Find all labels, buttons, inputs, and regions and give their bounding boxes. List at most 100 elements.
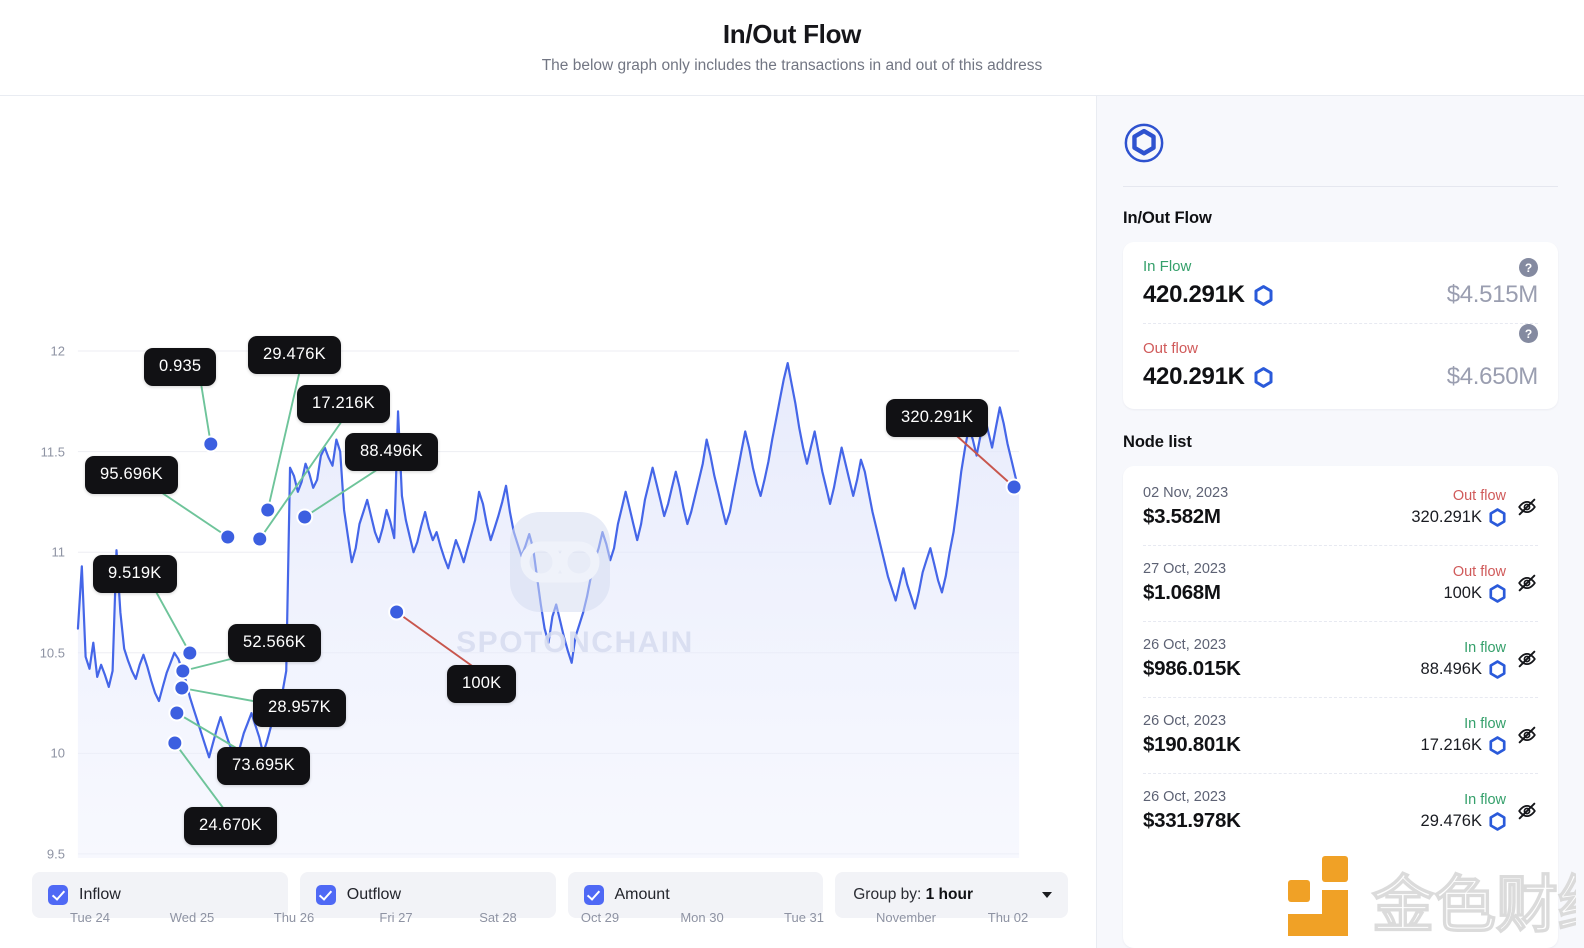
node-list-item[interactable]: 02 Nov, 2023 $3.582M Out flow 320.291K xyxy=(1143,470,1538,545)
node-usd-value: $331.978K xyxy=(1143,809,1241,832)
amount-checkbox[interactable] xyxy=(583,885,604,905)
node-quantity: 29.476K xyxy=(1421,812,1506,831)
node-quantity-text: 88.496K xyxy=(1420,659,1482,678)
inflow-usd: $4.515M xyxy=(1446,281,1539,308)
outflow-amount-text: 420.291K xyxy=(1143,363,1245,390)
chevron-down-icon[interactable] xyxy=(1042,892,1053,898)
y-axis-tick-label: 10.5 xyxy=(39,645,65,661)
outflow-help-icon[interactable]: ? xyxy=(1519,324,1538,343)
eye-off-icon[interactable] xyxy=(1516,496,1538,518)
token-logo-wrap xyxy=(1123,122,1558,186)
node-left: 26 Oct, 2023 $190.801K xyxy=(1143,713,1411,757)
outflow-kind-label: Out flow xyxy=(1143,340,1199,357)
outflow-value-label: 100K xyxy=(447,665,517,703)
chart-controls: Inflow Outflow Amount Group by: 1 hour xyxy=(0,858,1096,948)
node-flow-kind: Out flow xyxy=(1452,563,1506,580)
inflow-value-label: 95.696K xyxy=(85,456,178,494)
page-subtitle: The below graph only includes the transa… xyxy=(541,57,1043,75)
node-list-item[interactable]: 26 Oct, 2023 $986.015K In flow 88.496K xyxy=(1143,621,1538,697)
x-axis-tick-label: Tue 31 xyxy=(784,910,824,925)
inflow-value-label: 29.476K xyxy=(248,336,341,374)
inflow-label: Inflow xyxy=(79,886,121,903)
y-axis-tick-label: 12 xyxy=(50,343,65,359)
chainlink-token-icon xyxy=(1489,811,1506,831)
inflow-amount: 420.291K xyxy=(1143,281,1273,309)
node-date: 26 Oct, 2023 xyxy=(1143,637,1227,653)
node-quantity: 88.496K xyxy=(1421,660,1506,679)
chainlink-logo-icon xyxy=(1124,123,1164,163)
eye-off-icon[interactable] xyxy=(1516,724,1538,746)
chainlink-token-icon xyxy=(1489,735,1506,755)
node-left: 02 Nov, 2023 $3.582M xyxy=(1143,485,1401,529)
node-flow-kind: Out flow xyxy=(1452,487,1506,504)
node-right: Out flow 320.291K xyxy=(1411,488,1506,527)
inflow-value-label: 9.519K xyxy=(93,555,177,593)
node-usd-value: $1.068M xyxy=(1143,581,1221,604)
outflow-checkbox[interactable] xyxy=(315,885,336,905)
node-flow-kind: In flow xyxy=(1464,791,1506,808)
node-list-heading: Node list xyxy=(1123,433,1192,451)
node-right: Out flow 100K xyxy=(1443,564,1506,603)
node-date: 26 Oct, 2023 xyxy=(1143,789,1227,805)
node-right: In flow 29.476K xyxy=(1421,792,1506,831)
inflow-value-label: 52.566K xyxy=(228,624,321,662)
inflow-summary-row: ? In Flow 420.291K $4.515M xyxy=(1143,258,1538,309)
outflow-summary-row: ? Out flow 420.291K $4.650M xyxy=(1143,323,1538,391)
outflow-usd: $4.650M xyxy=(1446,363,1539,390)
sidebar-divider xyxy=(1123,186,1558,187)
node-quantity-text: 320.291K xyxy=(1411,507,1482,526)
eye-off-icon[interactable] xyxy=(1516,572,1538,594)
page-header: In/Out Flow The below graph only include… xyxy=(0,0,1584,96)
inflow-amount-text: 420.291K xyxy=(1143,281,1245,308)
chainlink-token-icon xyxy=(1489,659,1506,679)
inflow-help-icon[interactable]: ? xyxy=(1519,258,1538,277)
flow-chart[interactable]: SPOTONCHAIN 95.696K 0.935 29.476K 17.216K 88… xyxy=(0,96,1096,925)
chainlink-token-icon xyxy=(1254,284,1273,306)
group-by-value: 1 hour xyxy=(925,886,973,903)
outflow-value-label: 320.291K xyxy=(886,399,989,437)
y-axis-tick-label: 11 xyxy=(51,544,66,560)
details-sidebar: In/Out Flow ? In Flow 420.291K $4.515M ?… xyxy=(1097,96,1584,948)
x-axis-tick-label: Sat 28 xyxy=(479,910,517,925)
node-quantity-text: 29.476K xyxy=(1420,811,1482,830)
eye-off-icon[interactable] xyxy=(1516,648,1538,670)
inflow-value-label: 0.935 xyxy=(144,348,217,386)
node-quantity: 320.291K xyxy=(1411,508,1506,527)
y-axis-tick-label: 10 xyxy=(50,745,65,761)
inflow-value-label: 28.957K xyxy=(253,689,346,727)
outflow-label: Outflow xyxy=(346,886,401,903)
group-by-text: Group by: 1 hour xyxy=(853,886,973,904)
inflow-checkbox[interactable] xyxy=(48,885,68,905)
page-title: In/Out Flow xyxy=(722,18,862,49)
chainlink-token-icon xyxy=(1489,583,1506,603)
page-body: SPOTONCHAIN 95.696K 0.935 29.476K 17.216K 88… xyxy=(0,96,1584,948)
flow-summary-card: ? In Flow 420.291K $4.515M ? Out flow 42… xyxy=(1123,242,1558,409)
node-list-item[interactable]: 27 Oct, 2023 $1.068M Out flow 100K xyxy=(1143,545,1538,621)
node-list-item[interactable]: 26 Oct, 2023 $331.978K In flow 29.476K xyxy=(1143,773,1538,849)
chart-pane: SPOTONCHAIN 95.696K 0.935 29.476K 17.216K 88… xyxy=(0,96,1097,948)
inflow-value-label: 88.496K xyxy=(345,433,438,471)
node-date: 26 Oct, 2023 xyxy=(1143,713,1227,729)
node-flow-kind: In flow xyxy=(1464,715,1506,732)
node-date: 02 Nov, 2023 xyxy=(1143,485,1229,501)
node-quantity: 100K xyxy=(1443,584,1506,603)
node-quantity-text: 17.216K xyxy=(1420,735,1482,754)
inflow-kind-label: In Flow xyxy=(1143,258,1192,275)
node-list-item[interactable]: 26 Oct, 2023 $190.801K In flow 17.216K xyxy=(1143,697,1538,773)
node-quantity-text: 100K xyxy=(1443,583,1482,602)
node-flow-kind: In flow xyxy=(1464,639,1506,656)
eye-off-icon[interactable] xyxy=(1516,800,1538,822)
group-by-dropdown[interactable]: Group by: 1 hour xyxy=(835,872,1069,918)
x-axis-tick-label: November xyxy=(876,910,936,925)
node-usd-value: $3.582M xyxy=(1143,505,1221,528)
x-axis-tick-label: Wed 25 xyxy=(169,910,215,925)
inflow-value-label: 17.216K xyxy=(297,385,390,423)
x-axis-tick-label: Fri 27 xyxy=(379,910,413,925)
node-left: 26 Oct, 2023 $986.015K xyxy=(1143,637,1411,681)
inflow-value-label: 24.670K xyxy=(184,807,277,845)
toggle-outflow[interactable]: Outflow xyxy=(299,872,556,918)
outflow-values: 420.291K $4.650M xyxy=(1143,363,1538,391)
node-right: In flow 88.496K xyxy=(1421,640,1506,679)
group-by-prefix: Group by: xyxy=(853,886,922,903)
node-date: 27 Oct, 2023 xyxy=(1143,561,1227,577)
